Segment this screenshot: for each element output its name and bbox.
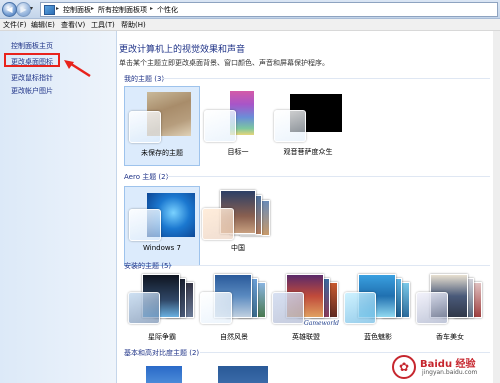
theme-label: 星际争霸 (148, 333, 176, 341)
control-panel-home-link[interactable]: 控制面板主页 (11, 41, 53, 51)
theme-item-target-one[interactable]: 目标一 (200, 86, 276, 166)
theme-item-windows7[interactable]: Windows 7 (124, 186, 200, 266)
window-color-swatch (274, 110, 306, 142)
theme-item-blue-phantom[interactable]: 蓝色魅影 (340, 272, 416, 352)
vertical-scrollbar[interactable] (493, 31, 500, 383)
theme-item-guanyin[interactable]: 观音菩萨度众生 (270, 86, 346, 166)
menu-edit[interactable]: 编辑(E) (31, 20, 55, 30)
watermark-text: Baidu 经验 (420, 359, 476, 370)
change-mouse-pointer-link[interactable]: 更改鼠标指针 (11, 73, 53, 83)
gameworld-logo-text: Gameworld (304, 320, 339, 327)
theme-label: 英雄联盟 (292, 333, 320, 341)
left-nav-pane (0, 31, 117, 383)
window-color-swatch (202, 208, 234, 240)
breadcrumb-all-items[interactable]: 所有控制面板项 (98, 5, 147, 15)
theme-label: 中国 (231, 244, 245, 252)
menu-bar: 文件(F) 编辑(E) 查看(V) 工具(T) 帮助(H) (0, 19, 500, 31)
group-heading-installed-themes: 安装的主题 (5) (124, 262, 172, 270)
change-account-picture-link[interactable]: 更改帐户图片 (11, 86, 53, 96)
red-arrow-icon (64, 60, 91, 78)
divider (172, 265, 490, 266)
window-color-swatch (129, 209, 161, 241)
theme-item-natural-scenery[interactable]: 自然风景 (196, 272, 272, 352)
menu-tools[interactable]: 工具(T) (91, 20, 115, 30)
recent-pages-dropdown[interactable]: ▾ (30, 6, 36, 12)
window-color-swatch (200, 292, 232, 324)
theme-item-starcraft[interactable]: 星际争霸 (124, 272, 200, 352)
watermark-url: jingyan.baidu.com (422, 369, 478, 376)
theme-item-unsaved[interactable]: 未保存的主题 (124, 86, 200, 166)
divider (162, 78, 490, 79)
highlight-box (4, 53, 60, 67)
window-color-swatch (204, 110, 236, 142)
theme-thumbnail-basic[interactable] (218, 366, 268, 383)
theme-label: 蓝色魅影 (364, 333, 392, 341)
page-title: 更改计算机上的视觉效果和声音 (119, 45, 246, 55)
theme-label: 观音菩萨度众生 (283, 148, 333, 156)
group-heading-my-themes: 我的主题 (3) (124, 75, 165, 83)
forward-button[interactable]: ▶ (16, 2, 31, 17)
window-color-swatch (416, 292, 448, 324)
back-button[interactable]: ◀ (2, 2, 17, 17)
theme-item-league-of-legends[interactable]: Gameworld 英雄联盟 (268, 272, 344, 352)
theme-label: Windows 7 (143, 244, 181, 252)
menu-file[interactable]: 文件(F) (3, 20, 27, 30)
paw-logo-icon: ✿ (392, 355, 416, 379)
chevron-right-icon: ▸ (56, 5, 60, 12)
theme-item-china[interactable]: 中国 (200, 186, 276, 266)
chevron-right-icon: ▸ (150, 5, 154, 12)
menu-help[interactable]: 帮助(H) (121, 20, 146, 30)
breadcrumb-personalization[interactable]: 个性化 (157, 5, 178, 15)
watermark: ✿ Baidu 经验 jingyan.baidu.com (392, 353, 496, 381)
divider (166, 176, 490, 177)
theme-thumbnail-basic[interactable] (146, 366, 182, 383)
theme-item-cars-and-beauties[interactable]: 香车美女 (412, 272, 488, 352)
chevron-right-icon: ▸ (91, 5, 95, 12)
theme-label: 未保存的主题 (141, 149, 183, 157)
window-color-swatch (128, 292, 160, 324)
control-panel-icon (44, 5, 55, 15)
theme-label: 自然风景 (220, 333, 248, 341)
group-heading-aero-themes: Aero 主题 (2) (124, 173, 169, 181)
window-color-swatch (272, 292, 304, 324)
theme-label: 目标一 (227, 148, 249, 156)
breadcrumb-control-panel[interactable]: 控制面板 (63, 5, 91, 15)
address-bar-area: ◀ ▶ ▾ ▸ 控制面板 ▸ 所有控制面板项 ▸ 个性化 (0, 0, 500, 19)
group-heading-basic-themes: 基本和高对比度主题 (2) (124, 349, 200, 357)
page-description: 单击某个主题立即更改桌面背景、窗口颜色、声音和屏幕保护程序。 (119, 59, 329, 67)
window-color-swatch (129, 111, 161, 143)
address-box[interactable]: ▸ 控制面板 ▸ 所有控制面板项 ▸ 个性化 (40, 2, 498, 17)
menu-view[interactable]: 查看(V) (61, 20, 85, 30)
window-color-swatch (344, 292, 376, 324)
theme-label: 香车美女 (436, 333, 464, 341)
